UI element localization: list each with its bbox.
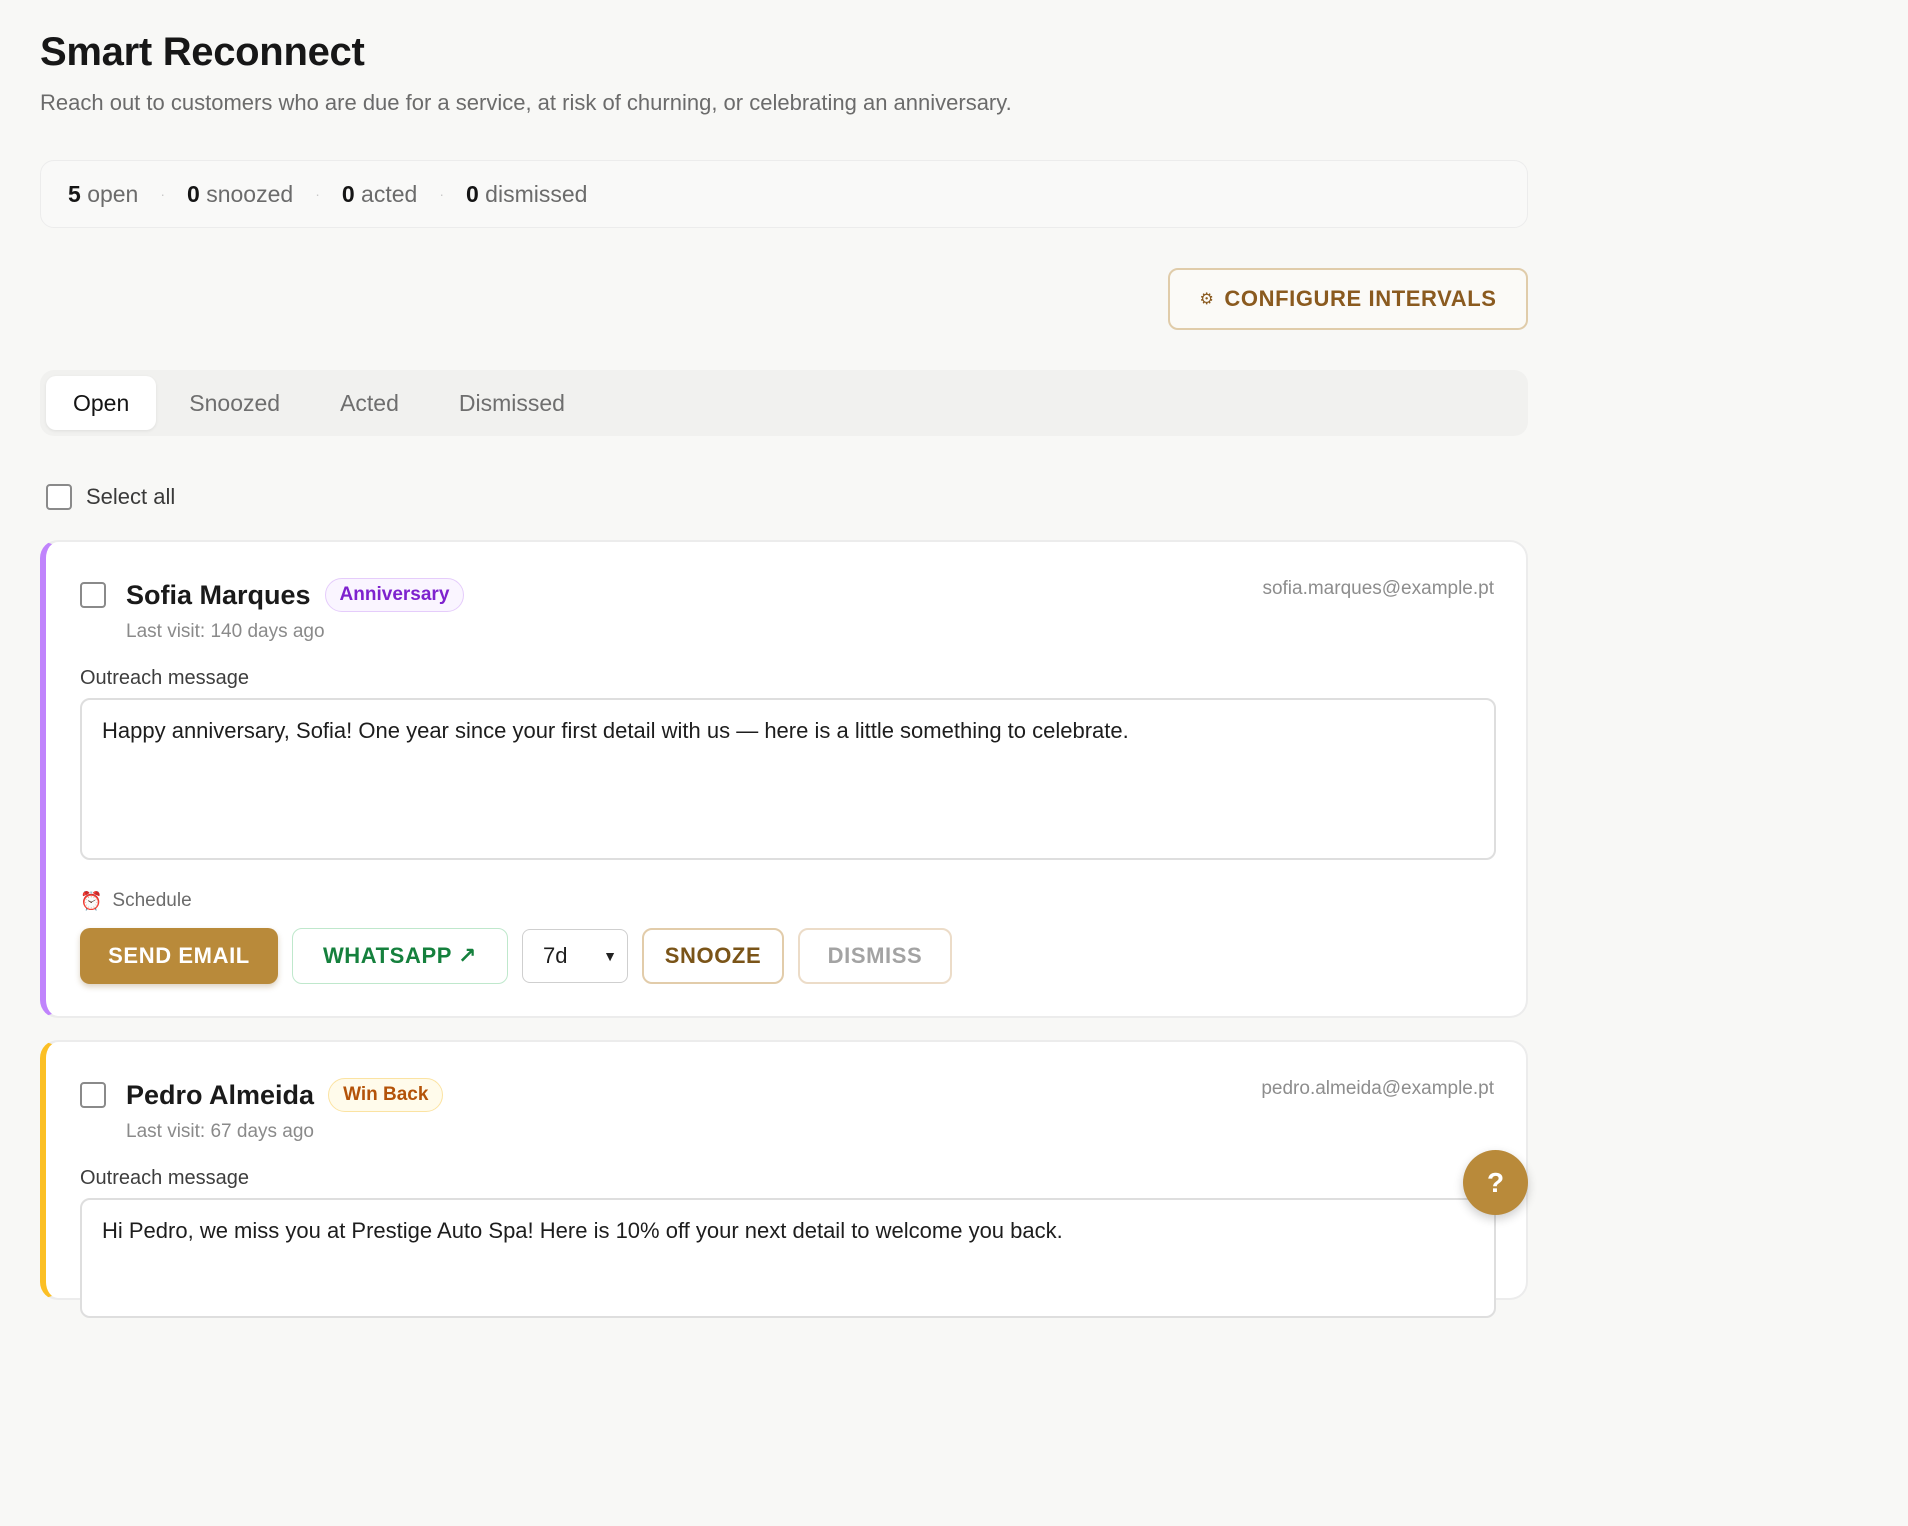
card-header: Sofia Marques Anniversary (80, 578, 465, 612)
customer-name: Pedro Almeida (126, 1079, 315, 1110)
schedule-label: Schedule (112, 890, 192, 911)
card-checkbox[interactable] (80, 1082, 106, 1108)
select-all: Select all (46, 484, 175, 510)
select-all-label: Select all (86, 484, 176, 509)
help-button[interactable]: ? (1463, 1150, 1528, 1215)
stat-open: 5 open (68, 180, 139, 207)
snooze-duration-select[interactable]: 7d ▼ (522, 929, 628, 983)
gear-icon: ⚙ (1199, 291, 1215, 308)
send-email-button[interactable]: SEND EMAIL (80, 928, 278, 984)
snooze-duration-value: 7d (543, 943, 568, 968)
whatsapp-button[interactable]: WHATSAPP ↗ (292, 928, 508, 984)
configure-intervals-label: CONFIGURE INTERVALS (1224, 286, 1497, 311)
outreach-message-label: Outreach message (80, 1167, 249, 1189)
customer-email: pedro.almeida@example.pt (1261, 1078, 1494, 1099)
dismiss-button[interactable]: DISMISS (798, 928, 952, 984)
select-all-checkbox[interactable] (46, 484, 72, 510)
customer-name: Sofia Marques (126, 579, 311, 610)
card-header: Pedro Almeida Win Back (80, 1078, 444, 1112)
reconnect-card: Sofia Marques Anniversary sofia.marques@… (40, 540, 1528, 1018)
reason-badge: Anniversary (324, 578, 465, 612)
outreach-message-label: Outreach message (80, 667, 249, 689)
stat-snoozed: 0 snoozed (187, 180, 294, 207)
alarm-clock-icon: ⏰ (80, 890, 103, 911)
stat-separator: · (315, 186, 320, 202)
status-tabs: Open Snoozed Acted Dismissed (40, 370, 1528, 436)
stat-acted: 0 acted (341, 180, 418, 207)
stats-bar: 5 open · 0 snoozed · 0 acted · 0 dismiss… (40, 160, 1528, 228)
outreach-message-textarea[interactable]: Happy anniversary, Sofia! One year since… (80, 698, 1496, 860)
card-checkbox[interactable] (80, 582, 106, 608)
tab-acted[interactable]: Acted (313, 376, 426, 430)
page-subtitle: Reach out to customers who are due for a… (40, 90, 1012, 115)
chevron-down-icon: ▼ (603, 948, 617, 964)
page-title: Smart Reconnect (40, 30, 365, 74)
tab-open[interactable]: Open (46, 376, 157, 430)
tab-snoozed[interactable]: Snoozed (162, 376, 307, 430)
whatsapp-label: WHATSAPP (322, 943, 452, 968)
reconnect-card: Pedro Almeida Win Back pedro.almeida@exa… (40, 1040, 1528, 1318)
card-actions: SEND EMAIL WHATSAPP ↗ 7d ▼ SNOOZE DISMIS… (80, 928, 952, 984)
external-link-icon: ↗ (458, 943, 478, 968)
customer-email: sofia.marques@example.pt (1262, 578, 1494, 599)
stat-separator: · (160, 186, 166, 202)
stat-dismissed: 0 dismissed (465, 180, 588, 207)
snooze-button[interactable]: SNOOZE (642, 928, 784, 984)
last-visit: Last visit: 67 days ago (126, 1121, 314, 1142)
last-visit: Last visit: 140 days ago (126, 621, 325, 642)
schedule-link[interactable]: ⏰ Schedule (80, 890, 192, 912)
configure-intervals-button[interactable]: ⚙ CONFIGURE INTERVALS (1168, 268, 1528, 330)
outreach-message-textarea[interactable]: Hi Pedro, we miss you at Prestige Auto S… (80, 1198, 1496, 1318)
stat-separator: · (439, 186, 444, 202)
reason-badge: Win Back (328, 1078, 444, 1112)
tab-dismissed[interactable]: Dismissed (432, 376, 592, 430)
help-icon: ? (1486, 1166, 1505, 1198)
